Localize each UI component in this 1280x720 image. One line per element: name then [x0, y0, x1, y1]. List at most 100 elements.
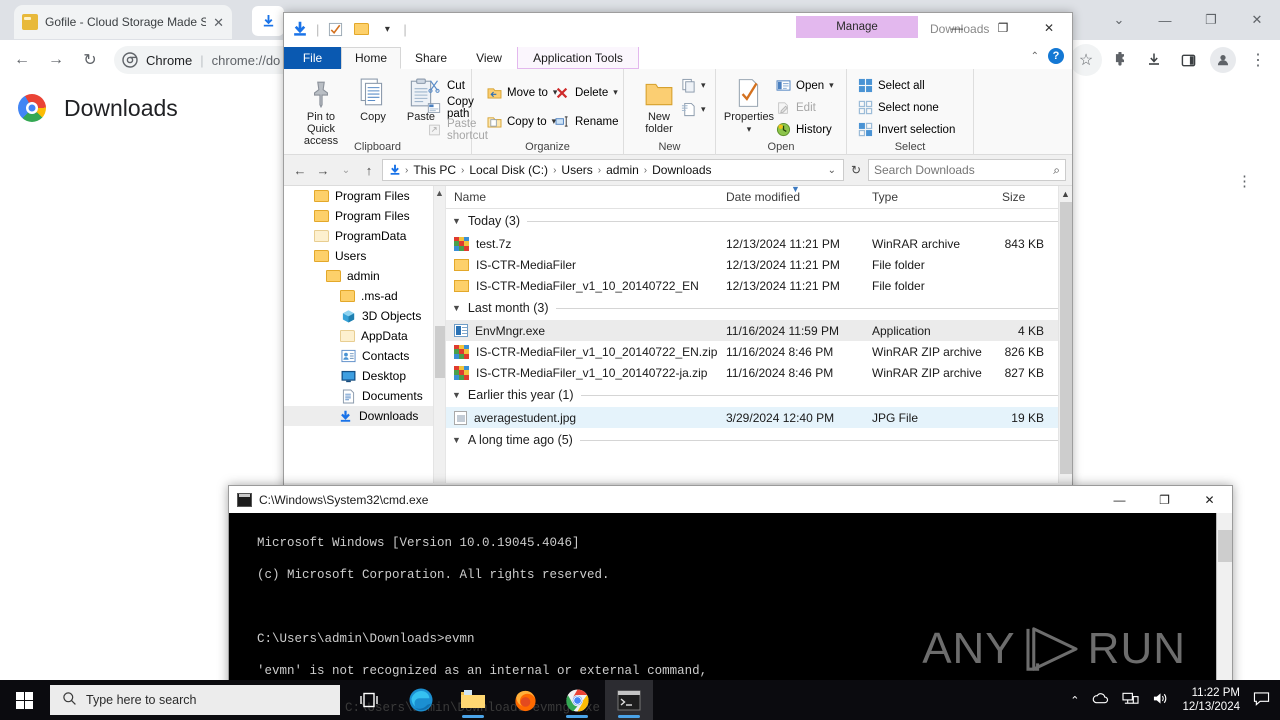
command-prompt-button[interactable] [605, 680, 653, 720]
chevron-down-icon[interactable]: ▾ [722, 123, 776, 135]
move-to-button[interactable]: Move to ▾ [486, 82, 557, 103]
chevron-down-icon[interactable]: ▾ [829, 80, 834, 91]
properties-button[interactable]: Properties ▾ [722, 74, 776, 135]
chrome-menu-icon[interactable]: ⋮ [1242, 44, 1274, 76]
chevron-down-icon[interactable]: ▾ [613, 87, 618, 98]
chevron-down-icon[interactable]: ▾ [701, 80, 706, 91]
close-button[interactable]: ✕ [1187, 486, 1232, 513]
nav-item-documents[interactable]: Documents [284, 386, 445, 406]
tab-home[interactable]: Home [341, 47, 401, 69]
nav-item-downloads[interactable]: Downloads [284, 406, 445, 426]
table-row[interactable]: averagestudent.jpg 3/29/2024 12:40 PM JP… [446, 407, 1072, 428]
table-row[interactable]: test.7z 12/13/2024 11:21 PM WinRAR archi… [446, 233, 1072, 254]
close-icon[interactable]: ✕ [213, 16, 224, 29]
file-explorer-button[interactable] [449, 680, 497, 720]
table-row[interactable]: IS-CTR-MediaFiler_v1_10_20140722_EN 12/1… [446, 275, 1072, 296]
cmd-console-output[interactable]: Microsoft Windows [Version 10.0.19045.40… [229, 513, 1232, 697]
minimize-button[interactable]: — [934, 13, 980, 43]
close-button[interactable]: ✕ [1026, 13, 1072, 43]
group-header-earlier-this-year[interactable]: ▼ Earlier this year (1) [446, 383, 1072, 407]
scroll-up-icon[interactable]: ▲ [1059, 186, 1072, 201]
copy-to-button[interactable]: Copy to ▾ [486, 111, 556, 132]
easy-access-button[interactable]: ▾ [680, 99, 706, 120]
nav-item-admin[interactable]: admin [284, 266, 445, 286]
rename-button[interactable]: Rename [554, 111, 618, 132]
group-header-today[interactable]: ▼ Today (3) [446, 209, 1072, 233]
maximize-button[interactable]: ❐ [1142, 486, 1187, 513]
open-button[interactable]: Open ▾ [775, 75, 834, 96]
start-button[interactable] [0, 680, 48, 720]
downloads-folder-icon[interactable] [290, 19, 310, 39]
chevron-down-icon[interactable]: ▼ [452, 303, 461, 313]
group-header-a-long-time-ago[interactable]: ▼ A long time ago (5) [446, 428, 1072, 452]
tab-view[interactable]: View [461, 47, 517, 69]
network-icon[interactable] [1122, 691, 1139, 709]
google-chrome-button[interactable] [553, 680, 601, 720]
nav-item-users[interactable]: Users [284, 246, 445, 266]
back-icon[interactable]: ← [290, 159, 310, 181]
restore-button[interactable]: ❐ [1188, 0, 1234, 40]
nav-item-program-files-x86[interactable]: Program Files [284, 206, 445, 226]
column-header-size[interactable]: Size [994, 190, 1054, 204]
breadcrumb[interactable]: › This PC › Local Disk (C:) › Users › ad… [382, 159, 844, 181]
invert-selection-button[interactable]: Invert selection [857, 119, 955, 140]
mozilla-firefox-button[interactable] [501, 680, 549, 720]
chevron-down-icon[interactable]: ▼ [452, 390, 461, 400]
reload-icon[interactable]: ↻ [74, 44, 106, 76]
bookmark-star-icon[interactable]: ☆ [1070, 44, 1102, 76]
chevron-down-icon[interactable]: ▼ [452, 435, 461, 445]
help-icon[interactable]: ? [1048, 48, 1064, 64]
new-folder-button[interactable]: New folder [632, 74, 686, 135]
copy-path-button[interactable]: Copy path [426, 96, 474, 120]
refresh-icon[interactable]: ↻ [847, 163, 865, 177]
browser-tab[interactable]: Gofile - Cloud Storage Made Sim ✕ [14, 5, 232, 39]
microsoft-edge-button[interactable] [397, 680, 445, 720]
downloads-icon[interactable] [1138, 44, 1170, 76]
avatar[interactable] [1210, 47, 1236, 73]
extensions-icon[interactable] [1104, 44, 1136, 76]
breadcrumb-item-local-disk[interactable]: Local Disk (C:) [466, 163, 551, 177]
cmd-scrollbar[interactable]: ▲ [1216, 513, 1232, 697]
back-icon[interactable]: ← [6, 44, 38, 76]
search-input[interactable]: Search Downloads ⌕ [868, 159, 1066, 181]
task-view-button[interactable] [345, 680, 393, 720]
scrollbar-thumb[interactable] [1218, 530, 1232, 562]
breadcrumb-item-admin[interactable]: admin [603, 163, 642, 177]
tab-share[interactable]: Share [401, 47, 461, 69]
maximize-button[interactable]: ❐ [980, 13, 1026, 43]
scroll-up-icon[interactable]: ▲ [434, 186, 445, 200]
tab-search-icon[interactable]: ⌄ [1096, 0, 1142, 40]
volume-icon[interactable] [1152, 691, 1169, 709]
scrollbar-thumb[interactable] [1060, 202, 1072, 474]
show-hidden-icons-chevron-icon[interactable]: ⌃ [1070, 694, 1079, 707]
taskbar-search-input[interactable]: Type here to search [50, 685, 340, 715]
table-row[interactable]: IS-CTR-MediaFiler 12/13/2024 11:21 PM Fi… [446, 254, 1072, 275]
delete-button[interactable]: Delete ▾ [554, 82, 618, 103]
up-icon[interactable]: ↑ [359, 159, 379, 181]
collapse-ribbon-icon[interactable]: ⌃ [1031, 51, 1039, 62]
select-none-button[interactable]: Select none [857, 97, 939, 118]
tab-file[interactable]: File [284, 47, 341, 69]
breadcrumb-item-downloads[interactable]: Downloads [649, 163, 714, 177]
nav-pane-scrollbar[interactable]: ▲ [433, 186, 445, 483]
contextual-tab-manage[interactable]: Manage [796, 16, 918, 38]
minimize-button[interactable]: — [1142, 0, 1188, 40]
chevron-down-icon[interactable]: ▼ [452, 216, 461, 226]
nav-item-appdata[interactable]: AppData [284, 326, 445, 346]
minimize-button[interactable]: — [1097, 486, 1142, 513]
breadcrumb-dropdown-icon[interactable]: ⌄ [828, 165, 839, 176]
onedrive-icon[interactable] [1092, 691, 1109, 709]
nav-item-contacts[interactable]: Contacts [284, 346, 445, 366]
nav-item-programdata[interactable]: ProgramData [284, 226, 445, 246]
nav-item-desktop[interactable]: Desktop [284, 366, 445, 386]
new-item-button[interactable]: ▾ [680, 75, 706, 96]
chevron-down-icon[interactable]: ▾ [701, 104, 706, 115]
scrollbar-thumb[interactable] [435, 326, 445, 378]
cut-button[interactable]: Cut [426, 75, 465, 96]
file-list-scrollbar[interactable]: ▲ [1058, 186, 1072, 483]
column-header-type[interactable]: Type [864, 190, 994, 204]
download-bubble-icon[interactable] [252, 6, 284, 36]
column-header-date-modified[interactable]: ▼ Date modified [718, 184, 864, 204]
table-row[interactable]: EnvMngr.exe 11/16/2024 11:59 PM Applicat… [446, 320, 1072, 341]
column-header-name[interactable]: Name [446, 190, 718, 204]
